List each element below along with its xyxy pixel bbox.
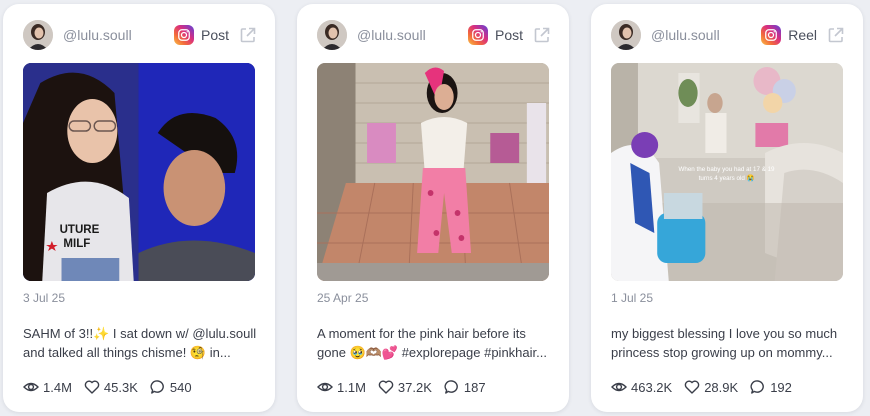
post-type-label: Post: [494, 27, 523, 43]
video-overlay-text: turns 4 years old 😭: [699, 174, 755, 182]
likes-count: 45.3K: [103, 379, 138, 395]
comment-icon: [150, 380, 164, 394]
eye-icon: [23, 382, 39, 392]
eye-icon: [317, 382, 333, 392]
external-link-icon[interactable]: [239, 26, 257, 44]
likes-stat: 28.9K: [684, 379, 738, 395]
account-handle[interactable]: @lulu.soull: [63, 27, 174, 43]
post-date: 3 Jul 25: [23, 291, 66, 305]
avatar[interactable]: [23, 20, 53, 50]
views-stat: 463.2K: [611, 379, 672, 395]
comments-stat: 192: [750, 379, 792, 395]
post-card[interactable]: @lulu.soull Reel When the baby you had a…: [591, 4, 863, 412]
caption-line: princess stop growing up on mommy...: [611, 345, 833, 360]
post-type-label: Post: [200, 27, 229, 43]
external-link-icon[interactable]: [827, 26, 845, 44]
card-header: @lulu.soull Post: [317, 18, 551, 52]
likes-stat: 45.3K: [84, 379, 138, 395]
comment-icon: [750, 380, 765, 394]
views-count: 1.1M: [337, 379, 366, 395]
account-handle[interactable]: @lulu.soull: [651, 27, 761, 43]
avatar[interactable]: [611, 20, 641, 50]
caption-line: my biggest blessing I love you so much: [611, 326, 838, 341]
caption-line: SAHM of 3!!✨ I sat down w/ @lulu.soull: [23, 326, 257, 341]
svg-text:MILF: MILF: [63, 237, 90, 250]
comments-count: 187: [463, 379, 486, 395]
post-card[interactable]: @lulu.soull Post UTURE MILF 3 Jul 25 SAH…: [3, 4, 275, 412]
likes-count: 28.9K: [704, 379, 739, 395]
post-thumbnail[interactable]: UTURE MILF: [23, 63, 255, 281]
post-caption[interactable]: A moment for the pink hair before its go…: [317, 324, 555, 362]
card-header: @lulu.soull Post: [23, 18, 257, 52]
likes-count: 37.2K: [397, 379, 432, 395]
card-header: @lulu.soull Reel: [611, 18, 845, 52]
comments-stat: 187: [444, 379, 486, 395]
video-overlay-text: When the baby you had at 17 & 19: [678, 166, 775, 173]
post-thumbnail[interactable]: When the baby you had at 17 & 19 turns 4…: [611, 63, 843, 281]
caption-line: and talked all things chisme! 🧐 in...: [23, 345, 231, 360]
post-date: 25 Apr 25: [317, 291, 369, 305]
eye-icon: [611, 382, 627, 392]
views-stat: 1.1M: [317, 379, 366, 395]
caption-line: A moment for the pink hair before its: [317, 326, 526, 341]
instagram-icon: [173, 25, 194, 45]
post-date: 1 Jul 25: [611, 291, 654, 305]
post-stats: 463.2K 28.9K 192: [611, 378, 853, 396]
views-stat: 1.4M: [23, 379, 72, 395]
comments-count: 192: [770, 379, 792, 395]
heart-icon: [84, 380, 100, 394]
instagram-icon: [467, 25, 488, 45]
post-type-label: Reel: [788, 27, 817, 43]
account-handle[interactable]: @lulu.soull: [357, 27, 468, 43]
svg-text:UTURE: UTURE: [60, 223, 100, 236]
external-link-icon[interactable]: [533, 26, 551, 44]
post-card[interactable]: @lulu.soull Post 25 Apr 25 A moment for …: [297, 4, 569, 412]
heart-icon: [684, 380, 700, 394]
post-stats: 1.1M 37.2K 187: [317, 378, 559, 396]
views-count: 463.2K: [631, 379, 673, 395]
heart-icon: [378, 380, 394, 394]
likes-stat: 37.2K: [378, 379, 432, 395]
comments-count: 540: [169, 379, 192, 395]
post-thumbnail[interactable]: [317, 63, 549, 281]
caption-line: gone 🥹🫶🏽💕 #explorepage #pinkhair...: [317, 345, 547, 360]
avatar[interactable]: [317, 20, 347, 50]
comment-icon: [444, 380, 458, 394]
instagram-icon: [761, 25, 782, 45]
post-caption[interactable]: my biggest blessing I love you so much p…: [611, 324, 849, 362]
post-stats: 1.4M 45.3K 540: [23, 378, 265, 396]
comments-stat: 540: [150, 379, 192, 395]
post-caption[interactable]: SAHM of 3!!✨ I sat down w/ @lulu.soull a…: [23, 324, 261, 362]
views-count: 1.4M: [43, 379, 72, 395]
